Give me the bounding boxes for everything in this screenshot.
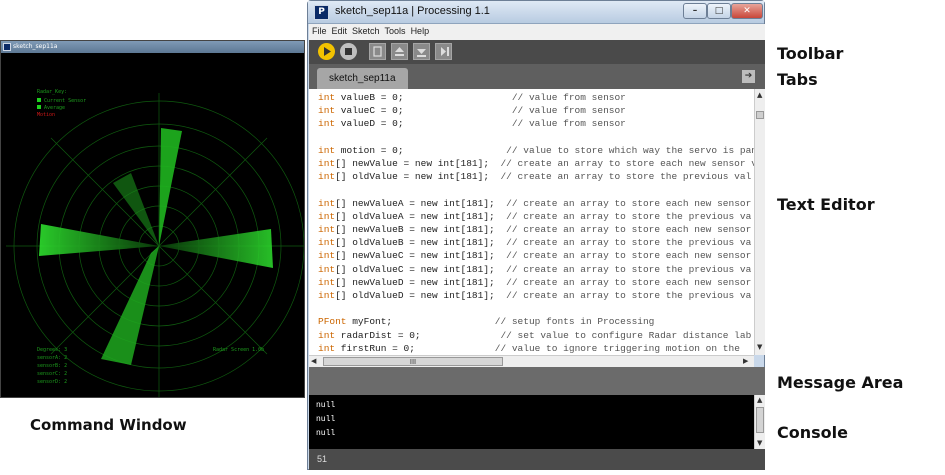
menu-help[interactable]: Help xyxy=(408,24,432,36)
radar-legend: Radar_Key: Current Sensor Average Motion xyxy=(37,89,86,118)
code-line: int[] oldValueD = new int[181]; // creat… xyxy=(318,290,752,301)
ide-toolbar xyxy=(309,40,765,64)
menu-sketch[interactable]: Sketch xyxy=(349,24,382,36)
radar-version-text: Radar Screen 1.0b xyxy=(213,347,264,353)
text-editor[interactable]: int valueB = 0; // value from sensor int … xyxy=(309,89,754,355)
editor-vertical-scrollbar[interactable]: ▲ ▼ xyxy=(754,89,765,355)
status-bar: 51 xyxy=(309,449,765,470)
label-command-window: Command Window xyxy=(30,416,187,434)
legend-motion: Motion xyxy=(37,112,55,118)
console-line: null xyxy=(316,415,336,424)
legend-title: Radar_Key: xyxy=(37,89,67,95)
code-line: int[] oldValueC = new int[181]; // creat… xyxy=(318,263,752,275)
code-line: int[] newValueB = new int[181]; // creat… xyxy=(318,224,752,235)
radar-sweep xyxy=(39,128,273,365)
code-line: int[] newValueA = new int[181]; // creat… xyxy=(318,197,752,209)
label-console: Console xyxy=(777,423,848,442)
editor-horizontal-scrollbar[interactable]: ◀ III ▶ xyxy=(309,355,754,367)
line-number: 51 xyxy=(317,454,328,464)
console[interactable]: null null null xyxy=(309,395,754,449)
code-line: int motion = 0; // value to store which … xyxy=(318,144,754,156)
processing-app-icon: P xyxy=(314,5,329,20)
scroll-left-icon[interactable]: ◀ xyxy=(311,357,316,365)
sketch-title-text: sketch_sep11a xyxy=(13,43,58,50)
menu-bar: File Edit Sketch Tools Help xyxy=(309,24,765,40)
code-line: int valueD = 0; // value from sensor xyxy=(318,118,626,130)
open-arrow-icon xyxy=(395,47,404,56)
scroll-right-icon[interactable]: ▶ xyxy=(743,357,748,365)
scroll-down-icon[interactable]: ▼ xyxy=(757,343,762,351)
menu-edit[interactable]: Edit xyxy=(329,24,350,36)
label-toolbar: Toolbar xyxy=(777,44,844,63)
label-message-area: Message Area xyxy=(777,373,904,392)
code-line: int[] newValueC = new int[181]; // creat… xyxy=(318,250,752,262)
sketch-titlebar[interactable]: sketch_sep11a xyxy=(1,41,304,53)
code-line: int valueB = 0; // value from sensor xyxy=(318,92,626,103)
readout-sensor-c: sensorC: 2 xyxy=(37,371,67,377)
sketch-window[interactable]: sketch_sep11a Radar_Key: Current Sensor … xyxy=(0,40,305,398)
code-line: int radarDist = 0; // set value to confi… xyxy=(318,329,752,341)
minimize-button[interactable]: – xyxy=(683,3,707,19)
tab-sketch[interactable]: sketch_sep11a xyxy=(317,68,408,89)
play-icon xyxy=(324,47,331,56)
processing-app-icon xyxy=(3,43,11,51)
save-arrow-icon xyxy=(417,49,426,57)
screenshot-root: sketch_sep11a Radar_Key: Current Sensor … xyxy=(0,0,945,475)
scroll-up-icon[interactable]: ▲ xyxy=(757,396,762,404)
readout-sensor-b: sensorB: 2 xyxy=(37,363,67,369)
code-line: int[] oldValue = new int[181]; // create… xyxy=(318,171,752,183)
scroll-up-icon[interactable]: ▲ xyxy=(757,91,762,99)
code-line: int valueC = 0; // value from sensor xyxy=(318,105,626,117)
code-line: int firstRun = 0; // value to ignore tri… xyxy=(318,342,740,354)
label-text-editor: Text Editor xyxy=(777,195,875,214)
editor-horizontal-thumb[interactable]: III xyxy=(323,357,503,366)
menu-tools[interactable]: Tools xyxy=(382,24,408,36)
processing-ide-window: P sketch_sep11a | Processing 1.1 – □ ✕ F… xyxy=(307,0,765,470)
tab-bar: sketch_sep11a ➔ xyxy=(309,64,765,89)
save-button[interactable] xyxy=(413,43,430,60)
console-scrollbar[interactable]: ▲ ▼ xyxy=(754,395,765,449)
legend-current: Current Sensor xyxy=(44,98,86,104)
console-line: null xyxy=(316,429,336,438)
readout-degrees: Degrees: 3 xyxy=(37,347,67,353)
legend-average: Average xyxy=(44,105,65,111)
maximize-button[interactable]: □ xyxy=(707,3,731,19)
scroll-down-icon[interactable]: ▼ xyxy=(757,439,762,447)
code-line: int[] oldValueB = new int[181]; // creat… xyxy=(318,237,752,249)
radar-readout: Degrees: 3 sensorA: 2 sensorB: 2 sensorC… xyxy=(37,347,264,385)
open-button[interactable] xyxy=(391,43,408,60)
editor-vertical-thumb[interactable] xyxy=(756,111,764,119)
stop-button[interactable] xyxy=(340,43,357,60)
new-button[interactable] xyxy=(369,43,386,60)
new-file-icon xyxy=(373,46,382,57)
tab-menu-arrow-icon[interactable]: ➔ xyxy=(742,70,755,83)
ide-titlebar[interactable]: P sketch_sep11a | Processing 1.1 – □ ✕ xyxy=(308,1,764,24)
close-button[interactable]: ✕ xyxy=(731,3,763,19)
menu-file[interactable]: File xyxy=(309,24,329,36)
export-button[interactable] xyxy=(435,43,452,60)
export-arrow-icon xyxy=(441,47,449,56)
label-tabs: Tabs xyxy=(777,70,818,89)
code-line: int[] oldValueA = new int[181]; // creat… xyxy=(318,210,752,222)
code-line: int[] newValue = new int[181]; // create… xyxy=(318,158,754,169)
readout-sensor-a: sensorA: 2 xyxy=(37,355,67,361)
console-scroll-thumb[interactable] xyxy=(756,407,764,433)
run-button[interactable] xyxy=(318,43,335,60)
stop-icon xyxy=(345,48,352,55)
code-line: int[] newValueD = new int[181]; // creat… xyxy=(318,276,752,288)
ide-window-title: sketch_sep11a | Processing 1.1 xyxy=(335,5,490,17)
message-area xyxy=(309,367,765,395)
code-line: PFont myFont; // setup fonts in Processi… xyxy=(318,316,655,328)
readout-sensor-d: sensorD: 2 xyxy=(37,379,67,385)
radar-display: Radar_Key: Current Sensor Average Motion… xyxy=(6,89,304,397)
console-line: null xyxy=(316,401,336,410)
